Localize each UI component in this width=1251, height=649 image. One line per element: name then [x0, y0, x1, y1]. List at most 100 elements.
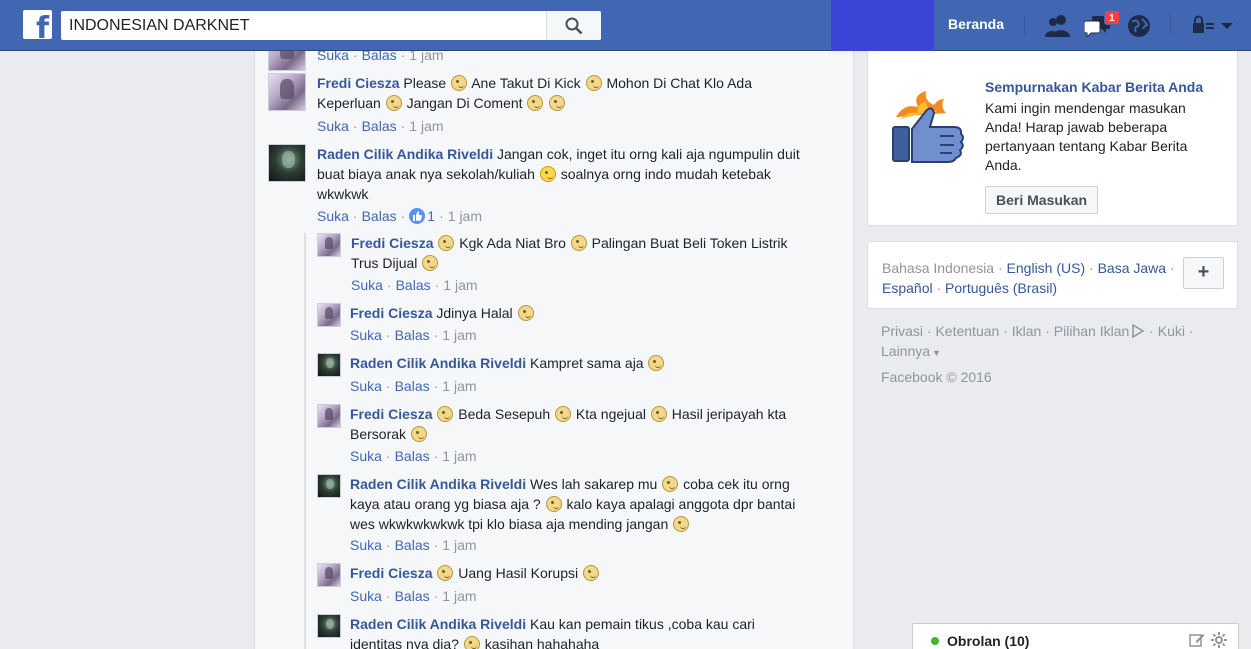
comment-text: kasihan hahahaha	[484, 636, 600, 649]
profile-link[interactable]	[831, 0, 934, 51]
caret-down-icon[interactable]: ▼	[932, 348, 941, 358]
reply-link[interactable]: Balas	[396, 277, 431, 293]
like-link[interactable]: Suka	[317, 118, 349, 134]
reply-link[interactable]: Balas	[395, 588, 430, 604]
avatar[interactable]	[268, 73, 306, 111]
footer-link[interactable]: Privasi	[881, 323, 923, 339]
ad-choices-icon[interactable]	[1131, 323, 1145, 339]
comment-author[interactable]: Fredi Ciesza	[350, 565, 432, 581]
compose-message-icon[interactable]	[1189, 632, 1205, 648]
language-option[interactable]: Español	[882, 280, 933, 296]
comment-body: Raden Cilik Andika Riveldi Jangan cok, i…	[317, 144, 817, 204]
reply-link[interactable]: Balas	[395, 537, 430, 553]
thumbs-up-flame-icon	[890, 91, 972, 170]
timestamp[interactable]: 1 jam	[409, 51, 443, 63]
comment-author[interactable]: Raden Cilik Andika Riveldi	[317, 146, 493, 162]
avatar[interactable]	[317, 614, 341, 638]
comment-body: Raden Cilik Andika Riveldi Wes lah sakar…	[350, 474, 815, 534]
add-language-button[interactable]: +	[1183, 257, 1224, 289]
avatar[interactable]	[268, 144, 306, 182]
language-option[interactable]: English (US)	[1007, 260, 1086, 276]
like-link[interactable]: Suka	[350, 378, 382, 394]
timestamp[interactable]: 1 jam	[442, 448, 476, 464]
tongue-emoji-icon	[437, 565, 454, 581]
timestamp[interactable]: 1 jam	[442, 378, 476, 394]
footer-links: Privasi · Ketentuan · Iklan · Pilihan Ik…	[881, 323, 1194, 359]
nav-divider	[1024, 14, 1025, 36]
footer-link[interactable]: Kuki	[1158, 323, 1185, 339]
avatar[interactable]	[317, 474, 341, 498]
reply-link[interactable]: Balas	[395, 448, 430, 464]
facebook-logo-icon[interactable]: f	[23, 10, 52, 39]
account-menu-chevron-down-icon[interactable]	[1220, 13, 1238, 39]
avatar[interactable]	[317, 353, 341, 377]
chat-bar[interactable]: Obrolan (10)	[912, 623, 1239, 649]
comment-text: Please	[403, 75, 447, 91]
reply-link[interactable]: Balas	[362, 208, 397, 224]
language-option[interactable]: Basa Jawa	[1098, 260, 1166, 276]
comment-body: Fredi Ciesza Kgk Ada Niat Bro Palingan B…	[351, 233, 811, 273]
like-link[interactable]: Suka	[350, 327, 382, 343]
like-link[interactable]: Suka	[317, 208, 349, 224]
comment-author[interactable]: Fredi Ciesza	[351, 235, 433, 251]
comment-author[interactable]: Raden Cilik Andika Riveldi	[350, 476, 526, 492]
like-link[interactable]: Suka	[350, 537, 382, 553]
tongue-emoji-icon	[570, 235, 587, 251]
tongue-emoji-icon	[410, 426, 427, 442]
privacy-shortcuts-lock-icon[interactable]	[1190, 13, 1218, 39]
comment-text: Beda Sesepuh	[458, 406, 551, 422]
footer-link-more[interactable]: Lainnya	[881, 343, 930, 359]
like-link[interactable]: Suka	[351, 277, 383, 293]
avatar[interactable]	[317, 233, 341, 257]
reply-link[interactable]: Balas	[395, 378, 430, 394]
friend-requests-icon[interactable]	[1044, 13, 1072, 39]
tongue-emoji-icon	[585, 75, 602, 91]
home-link[interactable]: Beranda	[948, 16, 1004, 32]
comment-body: Fredi Ciesza Please Ane Takut Di Kick Mo…	[317, 73, 787, 113]
reaction-count[interactable]: 1	[427, 208, 435, 224]
footer-link[interactable]: Pilihan Iklan	[1054, 323, 1130, 339]
timestamp[interactable]: 1 jam	[443, 277, 477, 293]
timestamp[interactable]: 1 jam	[442, 327, 476, 343]
comment-author[interactable]: Raden Cilik Andika Riveldi	[350, 355, 526, 371]
give-feedback-button[interactable]: Beri Masukan	[985, 186, 1099, 214]
timestamp[interactable]: 1 jam	[409, 118, 443, 134]
comment-author[interactable]: Fredi Ciesza	[350, 305, 432, 321]
search-input[interactable]	[61, 11, 547, 40]
reply-link[interactable]: Balas	[395, 327, 430, 343]
like-link[interactable]: Suka	[350, 588, 382, 604]
comment-author[interactable]: Fredi Ciesza	[317, 75, 399, 91]
avatar[interactable]	[317, 563, 341, 587]
like-link[interactable]: Suka	[317, 51, 349, 63]
avatar[interactable]	[268, 51, 306, 71]
like-link[interactable]: Suka	[350, 448, 382, 464]
avatar[interactable]	[317, 404, 341, 428]
avatar[interactable]	[317, 303, 341, 327]
timestamp[interactable]: 1 jam	[442, 588, 476, 604]
comment-actions: Suka · Balas · 1 jam	[351, 277, 478, 293]
notifications-globe-icon[interactable]	[1126, 13, 1154, 39]
comments-section: Suka · Balas · 1 jam Fredi Ciesza Please Ane…	[254, 51, 854, 649]
comment-actions: Suka · Balas · 1 jam	[317, 118, 444, 134]
reply-link[interactable]: Balas	[362, 118, 397, 134]
tongue-emoji-icon	[463, 636, 480, 649]
comment-text: Ane Takut Di Kick	[471, 75, 581, 91]
comment-author[interactable]: Raden Cilik Andika Riveldi	[350, 616, 526, 632]
feedback-title[interactable]: Sempurnakan Kabar Berita Anda	[985, 79, 1203, 95]
comment-text: Kta ngejual	[575, 406, 646, 422]
tongue-emoji-icon	[437, 406, 454, 422]
language-option[interactable]: Português (Brasil)	[945, 280, 1057, 296]
comment-body: Raden Cilik Andika Riveldi Kampret sama …	[350, 353, 810, 373]
timestamp[interactable]: 1 jam	[448, 208, 482, 224]
timestamp[interactable]: 1 jam	[442, 537, 476, 553]
reply-link[interactable]: Balas	[362, 51, 397, 63]
search-button[interactable]	[546, 11, 601, 40]
comment-actions: Suka · Balas · 1 jam	[350, 378, 477, 394]
chat-label[interactable]: Obrolan (10)	[947, 633, 1029, 649]
like-reaction-icon[interactable]	[409, 208, 426, 224]
comment-author[interactable]: Fredi Ciesza	[350, 406, 432, 422]
comment-text: Jangan Di Coment	[406, 95, 523, 111]
footer-link[interactable]: Ketentuan	[935, 323, 999, 339]
footer-link[interactable]: Iklan	[1012, 323, 1042, 339]
gear-icon[interactable]	[1211, 632, 1227, 648]
